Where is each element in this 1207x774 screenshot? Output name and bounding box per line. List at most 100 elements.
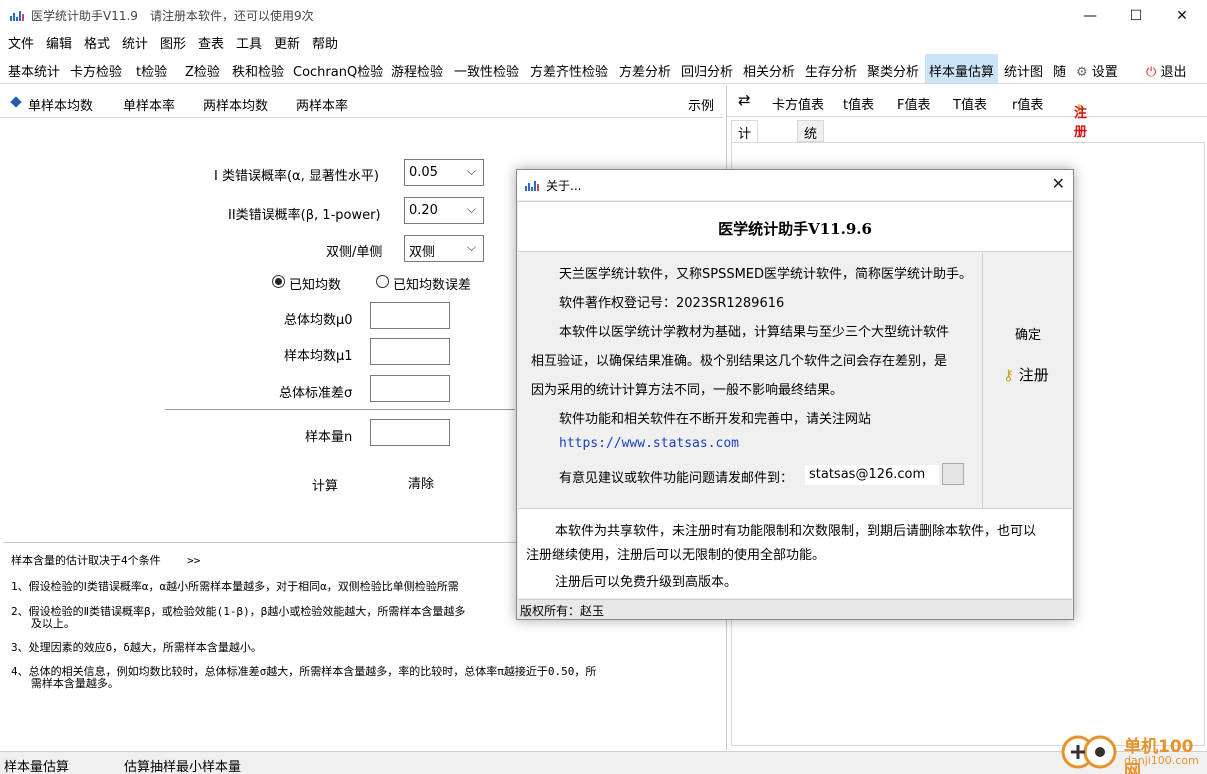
alpha-select[interactable]: 0.05 ⌵ xyxy=(404,159,484,186)
about-heading: 医学统计助手V11.9.6 xyxy=(718,220,872,238)
big-t-table-link[interactable]: T值表 xyxy=(953,94,987,113)
tool-runs-test[interactable]: 游程检验 xyxy=(391,61,443,80)
tool-homogeneity[interactable]: 方差齐性检验 xyxy=(530,61,608,80)
known-diff-label[interactable]: 已知均数误差 xyxy=(393,274,471,293)
watermark-url: danji100.com xyxy=(1124,754,1199,767)
app-chart-icon xyxy=(525,181,539,191)
tool-rank-sum[interactable]: 秩和检验 xyxy=(232,61,284,80)
tool-cochranq[interactable]: CochranQ检验 xyxy=(293,61,383,80)
mu0-input[interactable] xyxy=(370,302,450,329)
app-chart-icon xyxy=(9,8,25,22)
tool-chi-square[interactable]: 卡方检验 xyxy=(70,61,122,80)
subtab-one-sample-rate[interactable]: 单样本率 xyxy=(123,95,175,114)
about-paragraph: 相互验证，以确保结果准确。极个别结果这几个软件之间会存在差别，是 xyxy=(531,354,948,369)
menu-tools[interactable]: 工具 xyxy=(236,33,262,52)
close-button[interactable]: ✕ xyxy=(1159,0,1205,31)
tab-results[interactable]: 计算结果 xyxy=(731,120,759,199)
chevron-down-icon: ⌵ xyxy=(466,202,476,216)
menu-lookup[interactable]: 查表 xyxy=(198,33,224,52)
exit-button[interactable]: ⏻ 退出 xyxy=(1146,61,1186,80)
r-table-link[interactable]: r值表 xyxy=(1012,94,1043,113)
swap-icon[interactable]: ⇄ xyxy=(738,91,751,109)
beta-value: 0.20 xyxy=(409,203,438,218)
note-line: 2、假设检验的Ⅱ类错误概率β，或检验效能(1-β)，β越小或检验效能越大，所需样… xyxy=(11,605,466,618)
tool-cluster[interactable]: 聚类分析 xyxy=(867,61,919,80)
mu1-label: 样本均数μ1 xyxy=(284,349,353,364)
trial-notice: 请注册本软件，还可以使用9次 xyxy=(150,9,314,23)
subtab-two-sample-rate[interactable]: 两样本率 xyxy=(296,95,348,114)
menu-graph[interactable]: 图形 xyxy=(160,33,186,52)
mu1-input[interactable] xyxy=(370,338,450,365)
about-paragraph: 因为采用的统计计算方法不同，一般不影响最终结果。 xyxy=(531,383,844,398)
menu-statistics[interactable]: 统计 xyxy=(122,33,148,52)
register-label: 注册 xyxy=(1074,106,1088,140)
menu-bar: 文件 编辑 格式 统计 图形 查表 工具 更新 帮助 xyxy=(0,31,1207,52)
about-register-label: 注册 xyxy=(1018,366,1049,384)
window-title: 医学统计助手V11.9 xyxy=(31,9,138,23)
status-module: 样本量估算 xyxy=(4,760,70,774)
known-mean-label[interactable]: 已知均数 xyxy=(289,274,341,293)
ok-button[interactable]: 确定 xyxy=(1015,324,1041,343)
n-label: 样本量n xyxy=(305,430,353,445)
about-paragraph: 天兰医学统计软件，又称SPSSMED医学统计软件，简称医学统计助手。 xyxy=(559,267,973,282)
tool-basic-stats[interactable]: 基本统计 xyxy=(8,61,60,80)
about-header: 医学统计助手V11.9.6 xyxy=(518,201,1072,252)
sides-select[interactable]: 双侧 ⌵ xyxy=(404,235,484,262)
tool-stat-chart[interactable]: 统计图 xyxy=(1004,61,1043,80)
settings-button[interactable]: ⚙ 设置 xyxy=(1076,61,1118,80)
note-line: 3、处理因素的效应δ，δ越大，所需样本含量越小。 xyxy=(11,641,262,654)
clear-button[interactable]: 清除 xyxy=(408,473,434,492)
exit-label: 退出 xyxy=(1160,65,1187,80)
tool-survival[interactable]: 生存分析 xyxy=(805,61,857,80)
about-paragraph: 本软件以医学统计学教材为基础，计算结果与至少三个大型统计软件 xyxy=(559,325,950,340)
tool-anova[interactable]: 方差分析 xyxy=(619,61,671,80)
about-body: 天兰医学统计软件，又称SPSSMED医学统计软件，简称医学统计助手。 软件著作权… xyxy=(518,253,982,508)
close-icon[interactable]: ✕ xyxy=(1052,174,1065,193)
menu-help[interactable]: 帮助 xyxy=(312,33,338,52)
settings-label: 设置 xyxy=(1091,65,1118,80)
about-register-button[interactable]: ⚷ 注册 xyxy=(1003,364,1049,385)
title-bar: 医学统计助手V11.9 请注册本软件，还可以使用9次 — ☐ ✕ xyxy=(0,0,1207,31)
site-watermark: 单机100网 danji100.com xyxy=(1060,730,1205,774)
about-paragraph: 软件著作权登记号：2023SR1289616 xyxy=(559,296,785,311)
email-field[interactable]: statsas@126.com xyxy=(805,465,939,485)
t-table-link[interactable]: t值表 xyxy=(843,94,874,113)
tool-random[interactable]: 随 xyxy=(1053,61,1066,80)
maximize-button[interactable]: ☐ xyxy=(1113,0,1159,31)
tool-regression[interactable]: 回归分析 xyxy=(681,61,733,80)
tool-z-test[interactable]: Z检验 xyxy=(185,61,220,80)
menu-update[interactable]: 更新 xyxy=(274,33,300,52)
sides-value: 双侧 xyxy=(409,245,436,260)
alpha-label: I 类错误概率(α, 显著性水平) xyxy=(214,169,379,184)
tool-sample-size[interactable]: 样本量估算 xyxy=(925,54,999,83)
chi-table-link[interactable]: 卡方值表 xyxy=(772,94,824,113)
tool-correlation[interactable]: 相关分析 xyxy=(743,61,795,80)
note-line: 1、假设检验的Ⅰ类错误概率α，α越小所需样本量越多，对于相同α，双侧检验比单侧检… xyxy=(11,580,459,593)
footer-line: 本软件为共享软件，未注册时有功能限制和次数限制，到期后请删除本软件，也可以 xyxy=(555,524,1037,539)
f-table-link[interactable]: F值表 xyxy=(897,94,930,113)
analysis-toolbar: 基本统计 卡方检验 t检验 Z检验 秩和检验 CochranQ检验 游程检验 一… xyxy=(0,54,1207,84)
known-mean-radio[interactable] xyxy=(272,275,285,288)
menu-format[interactable]: 格式 xyxy=(84,33,110,52)
website-link[interactable]: https://www.statsas.com xyxy=(559,436,739,451)
n-output[interactable] xyxy=(370,419,450,446)
tool-t-test[interactable]: t检验 xyxy=(136,61,167,80)
subtab-two-sample-mean[interactable]: 两样本均数 xyxy=(203,95,268,114)
tool-agreement[interactable]: 一致性检验 xyxy=(454,61,519,80)
status-bar: 样本量估算 估算抽样最小样本量 xyxy=(0,751,1207,774)
menu-edit[interactable]: 编辑 xyxy=(46,33,72,52)
about-title: 关于... xyxy=(546,179,582,193)
footer-line: 注册后可以免费升级到高版本。 xyxy=(555,575,738,590)
example-link[interactable]: 示例 xyxy=(688,95,714,114)
tab-charts[interactable]: 统计图 xyxy=(797,120,825,180)
menu-file[interactable]: 文件 xyxy=(8,33,34,52)
calculate-button[interactable]: 计算 xyxy=(312,475,338,494)
copy-icon[interactable] xyxy=(942,463,964,485)
minimize-button[interactable]: — xyxy=(1067,0,1113,31)
sigma-input[interactable] xyxy=(370,375,450,402)
known-diff-radio[interactable] xyxy=(376,275,389,288)
note-line: 及以上。 xyxy=(11,617,75,630)
notes-title[interactable]: 样本含量的估计取决于4个条件 >> xyxy=(11,555,200,567)
subtab-one-sample-mean[interactable]: 单样本均数 xyxy=(28,95,93,114)
beta-select[interactable]: 0.20 ⌵ xyxy=(404,197,484,224)
